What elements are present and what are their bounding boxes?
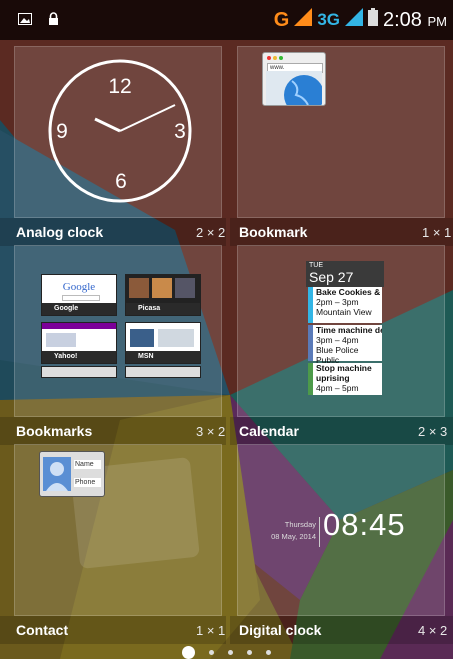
- widget-bookmarks-preview[interactable]: Google Google Picasa Yahoo! MSN: [14, 245, 222, 417]
- lock-icon: [48, 12, 59, 30]
- widget-label-contact[interactable]: Contact: [16, 622, 68, 638]
- widget-size-bookmark: 1 × 1: [422, 225, 452, 240]
- signal-icon: [294, 8, 313, 32]
- page-dot[interactable]: [247, 650, 252, 655]
- status-bar: G 3G 2:08 PM: [0, 0, 453, 40]
- widget-bookmark-preview[interactable]: www.: [237, 46, 445, 218]
- widget-label-digital-clock[interactable]: Digital clock: [239, 622, 321, 638]
- bookmark-thumb-picasa: Picasa: [125, 274, 201, 316]
- calendar-header: TUE Sep 27: [306, 261, 384, 287]
- clock-numeral-9: 9: [56, 120, 68, 143]
- page-dot[interactable]: [266, 650, 271, 655]
- browser-icon: www.: [262, 52, 326, 106]
- page-indicator[interactable]: [0, 646, 453, 659]
- carrier-indicator: G: [273, 8, 290, 31]
- widget-calendar-preview[interactable]: TUE Sep 27 Bake Cookies & Make Ice Cream…: [237, 245, 445, 417]
- clock-numeral-12: 12: [108, 75, 131, 98]
- digital-clock-time: 08:45: [323, 507, 406, 542]
- contact-card-icon: Name Phone: [39, 451, 105, 497]
- widget-label-analog-clock[interactable]: Analog clock: [16, 224, 103, 240]
- widget-size-bookmarks: 3 × 2: [196, 424, 226, 439]
- widget-label-bookmark[interactable]: Bookmark: [239, 224, 307, 240]
- calendar-event: Stop machine uprising 4pm – 5pm: [308, 363, 382, 395]
- widget-digital-clock-preview[interactable]: Thursday 08 May, 2014 08:45: [237, 444, 445, 616]
- widget-size-digital-clock: 4 × 2: [418, 623, 448, 638]
- data-signal-icon: [345, 8, 363, 32]
- widget-size-calendar: 2 × 3: [418, 424, 448, 439]
- network-type: 3G: [317, 10, 340, 29]
- widget-size-contact: 1 × 1: [196, 623, 226, 638]
- bookmark-thumb-msn: MSN: [125, 322, 201, 364]
- digital-clock-date: Thursday 08 May, 2014: [271, 520, 316, 541]
- analog-clock-icon: 12 3 6 9: [48, 59, 192, 203]
- widget-contact-preview[interactable]: Name Phone: [14, 444, 222, 616]
- clock: 2:08 PM: [383, 8, 447, 31]
- battery-icon: [368, 8, 378, 32]
- page-dot-current[interactable]: [182, 646, 195, 659]
- page-dot[interactable]: [228, 650, 233, 655]
- clock-numeral-6: 6: [115, 170, 127, 193]
- widget-label-bookmarks[interactable]: Bookmarks: [16, 423, 92, 439]
- widget-size-analog-clock: 2 × 2: [196, 225, 226, 240]
- widget-label-calendar[interactable]: Calendar: [239, 423, 299, 439]
- bookmark-thumb-google: Google Google: [41, 274, 117, 316]
- calendar-event: Bake Cookies & Make Ice Cream 2pm – 3pm …: [308, 287, 382, 323]
- calendar-event: Time machine demo for Serge 3pm – 4pm Bl…: [308, 325, 382, 365]
- page-dot[interactable]: [209, 650, 214, 655]
- screenshot-icon: [18, 12, 32, 30]
- clock-numeral-3: 3: [174, 120, 186, 143]
- bookmark-thumb-yahoo: Yahoo!: [41, 322, 117, 364]
- widget-analog-clock-preview[interactable]: 12 3 6 9: [14, 46, 222, 218]
